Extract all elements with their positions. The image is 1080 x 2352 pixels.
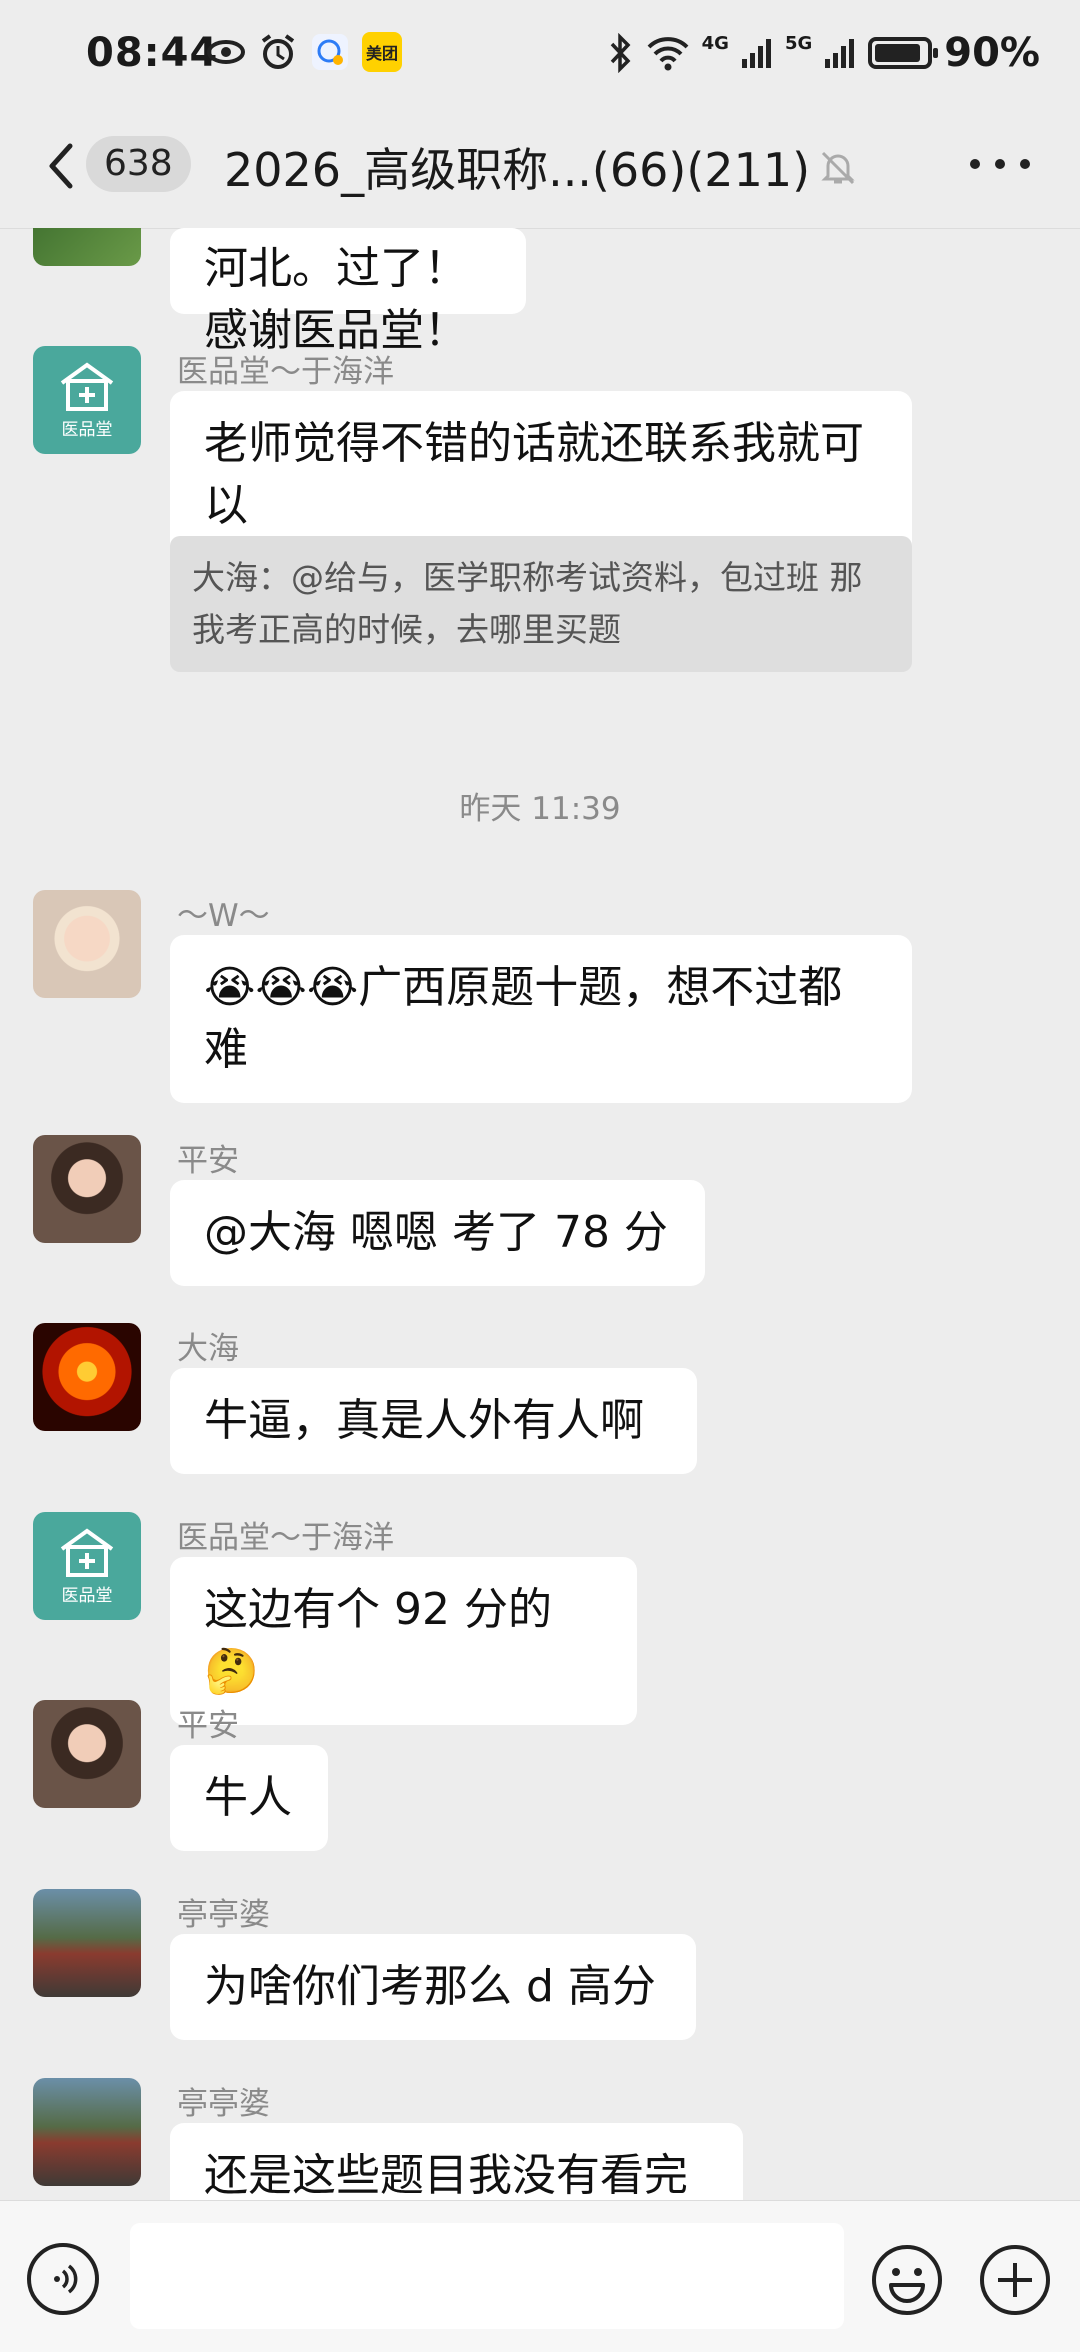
- avatar[interactable]: [33, 228, 141, 266]
- sender-name: 平安: [177, 1708, 239, 1744]
- message-list[interactable]: 河北。过了！感谢医品堂！ 医品堂 医品堂～于海洋 老师觉得不错的话就还联系我就可…: [0, 228, 1080, 2200]
- status-bar: 08:44 美团 4G 5G 90%: [0, 0, 1080, 110]
- sender-name: 亭亭婆: [177, 1897, 270, 1933]
- quoted-message[interactable]: 大海：@给与，医学职称考试资料，包过班 那我考正高的时候，去哪里买题: [170, 536, 912, 672]
- avatar[interactable]: [33, 1889, 141, 1997]
- sender-name: 平安: [177, 1143, 239, 1179]
- avatar[interactable]: [33, 1700, 141, 1808]
- message-bubble[interactable]: 😭😭😭广西原题十题，想不过都难: [170, 935, 912, 1103]
- plus-icon[interactable]: [978, 2243, 1052, 2317]
- meituan-icon: 美团: [362, 32, 402, 72]
- sender-name: 医品堂～于海洋: [177, 354, 394, 390]
- more-icon[interactable]: [970, 156, 1030, 172]
- chevron-left-icon[interactable]: [40, 136, 80, 196]
- chat-app-icon: [310, 32, 350, 72]
- message-bubble[interactable]: @大海 嗯嗯 考了 78 分: [170, 1180, 705, 1286]
- avatar[interactable]: [33, 890, 141, 998]
- emoji-icon[interactable]: [870, 2243, 944, 2317]
- network-4g-label: 4G: [701, 32, 729, 54]
- input-bar: [0, 2200, 1080, 2352]
- message-bubble[interactable]: 为啥你们考那么 d 高分: [170, 1934, 696, 2040]
- bluetooth-icon: [610, 33, 631, 73]
- message-input[interactable]: [130, 2223, 844, 2329]
- sender-name: 医品堂～于海洋: [177, 1520, 394, 1556]
- message-bubble[interactable]: 牛逼，真是人外有人啊: [170, 1368, 697, 1474]
- battery-level: [875, 44, 921, 62]
- avatar[interactable]: 医品堂: [33, 346, 141, 454]
- time-separator: 昨天 11:39: [459, 791, 621, 827]
- sender-name: 亭亭婆: [177, 2086, 270, 2122]
- avatar[interactable]: [33, 1323, 141, 1431]
- bell-off-icon: [818, 148, 858, 188]
- message-bubble[interactable]: 这边有个 92 分的🤔: [170, 1557, 637, 1725]
- sender-name: 大海: [177, 1331, 239, 1367]
- signal-icon: [741, 39, 771, 68]
- house-cross-icon: [58, 361, 116, 411]
- wifi-icon: [647, 37, 689, 71]
- chat-header: 638 2026_高级职称...(66)(211): [0, 110, 1080, 229]
- status-notification-icons: 美团: [206, 32, 402, 72]
- message-bubble[interactable]: 还是这些题目我没有看完: [170, 2123, 743, 2200]
- alarm-icon: [258, 32, 298, 72]
- avatar[interactable]: [33, 1135, 141, 1243]
- avatar[interactable]: 医品堂: [33, 1512, 141, 1620]
- avatar-label: 医品堂: [61, 1585, 113, 1606]
- message-bubble[interactable]: 牛人: [170, 1745, 328, 1851]
- chat-title: 2026_高级职称...(66)(211): [224, 143, 811, 197]
- network-5g-label: 5G: [784, 32, 813, 54]
- avatar-label: 医品堂: [61, 419, 113, 440]
- eye-icon: [206, 32, 246, 72]
- status-system-icons: 4G 5G 90%: [608, 30, 1040, 76]
- message-bubble[interactable]: 河北。过了！感谢医品堂！: [170, 228, 526, 356]
- battery-icon: [868, 37, 939, 69]
- avatar[interactable]: [33, 2078, 141, 2186]
- sender-name: ～W～: [177, 898, 270, 934]
- battery-percent: 90%: [944, 30, 1040, 76]
- signal-icon-2: [825, 39, 855, 68]
- status-time: 08:44: [86, 30, 219, 76]
- message-bubble[interactable]: 老师觉得不错的话就还联系我就可以: [170, 391, 912, 559]
- house-cross-icon: [58, 1527, 116, 1577]
- unread-count-badge[interactable]: 638: [86, 136, 191, 192]
- voice-icon[interactable]: [27, 2243, 99, 2315]
